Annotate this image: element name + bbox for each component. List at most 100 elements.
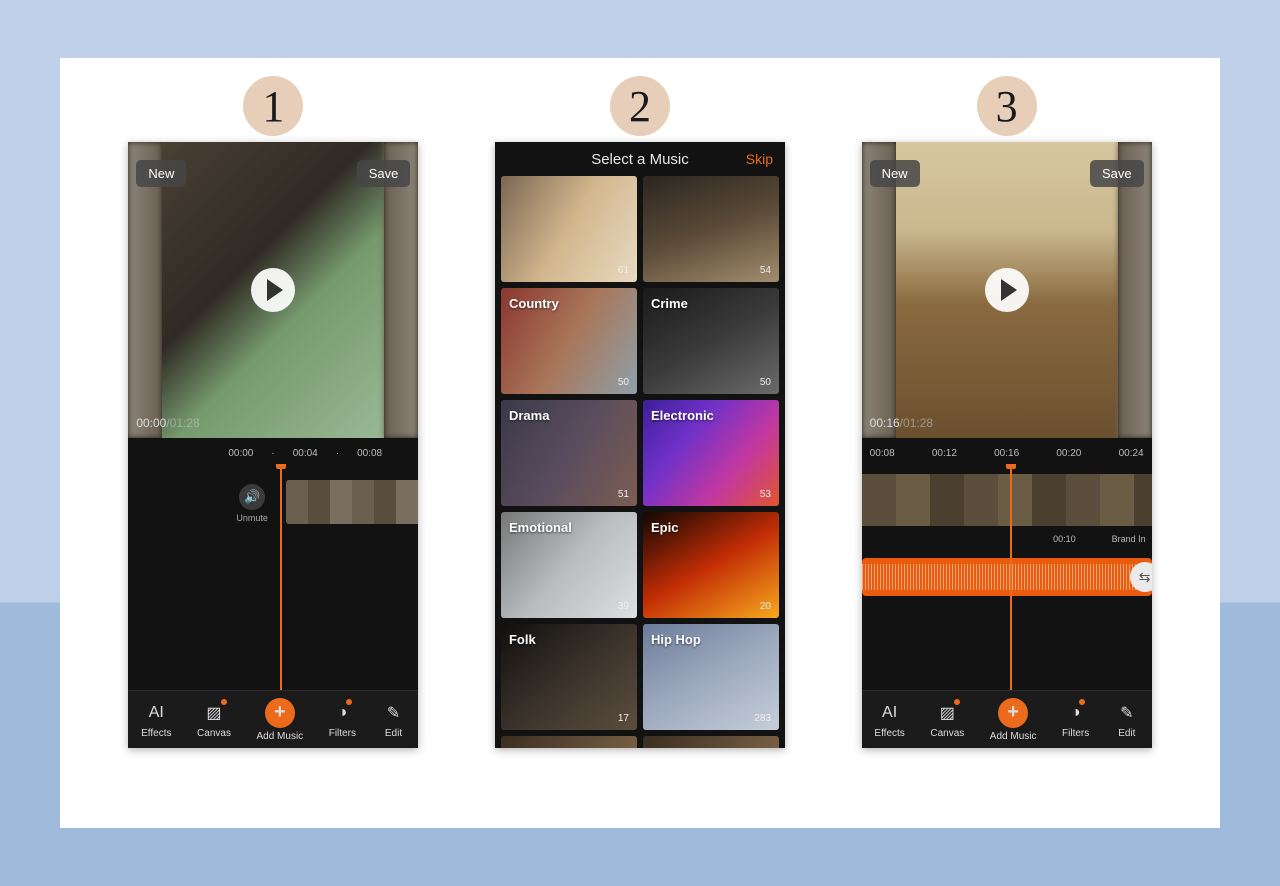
tile-label: Drama xyxy=(509,408,549,423)
filters-button[interactable]: ◑ Filters xyxy=(1062,701,1089,739)
ruler-mark: 00:08 xyxy=(357,448,382,459)
step-1: 1 00:00/01:28 New Save 00:00 · 00:04 · 0… xyxy=(128,76,418,748)
video-clip[interactable] xyxy=(286,480,418,524)
play-icon[interactable] xyxy=(985,268,1029,312)
music-tile[interactable]: 54 xyxy=(643,176,779,282)
step-badge-2: 2 xyxy=(610,76,670,136)
timecode: 00:00/01:28 xyxy=(136,416,199,430)
save-button[interactable]: Save xyxy=(1090,160,1144,187)
music-tile[interactable]: Electronic 53 xyxy=(643,400,779,506)
timeline-tracks[interactable]: 🔊 Unmute xyxy=(128,464,418,699)
tile-label: Country xyxy=(509,296,559,311)
edit-icon: ✎ xyxy=(1115,701,1139,725)
edit-icon: ✎ xyxy=(382,701,406,725)
audio-clip[interactable] xyxy=(862,558,1152,596)
bottom-toolbar: AI Effects ▨ Canvas + Add Music ◑ Filter… xyxy=(128,690,418,748)
ruler-mark: 00:24 xyxy=(1119,448,1144,459)
ruler-mark: 00:00 xyxy=(228,448,253,459)
edit-label: Edit xyxy=(1118,728,1135,739)
add-music-label: Add Music xyxy=(256,731,303,742)
tile-count: 39 xyxy=(618,601,629,612)
effects-icon: AI xyxy=(144,701,168,725)
tile-count: 20 xyxy=(760,601,771,612)
bottom-toolbar: AI Effects ▨ Canvas + Add Music ◑ Filter… xyxy=(862,690,1152,748)
notify-dot xyxy=(954,699,960,705)
filters-button[interactable]: ◑ Filters xyxy=(329,701,356,739)
tile-label: Hip Hop xyxy=(651,632,701,647)
ruler-mark: 00:12 xyxy=(932,448,957,459)
timecode: 00:16/01:28 xyxy=(870,416,933,430)
playhead[interactable] xyxy=(1010,464,1012,699)
unmute-label: Unmute xyxy=(236,513,268,523)
edit-button[interactable]: ✎ Edit xyxy=(382,701,406,739)
music-tile[interactable]: Drama 51 xyxy=(501,400,637,506)
music-title: Select a Music xyxy=(591,151,689,168)
playhead[interactable] xyxy=(280,464,282,699)
step-badge-3: 3 xyxy=(977,76,1037,136)
skip-button[interactable]: Skip xyxy=(746,151,773,167)
tile-count: 53 xyxy=(760,489,771,500)
effects-icon: AI xyxy=(878,701,902,725)
tile-count: 61 xyxy=(618,265,629,276)
editor-screen-3: 00:16/01:28 New Save 00:08 00:12 00:16 0… xyxy=(862,142,1152,748)
tile-count: 54 xyxy=(760,265,771,276)
new-button[interactable]: New xyxy=(870,160,920,187)
tile-label: Electronic xyxy=(651,408,714,423)
music-tile[interactable]: Hip Hop 283 xyxy=(643,624,779,730)
music-tile[interactable]: Emotional 39 xyxy=(501,512,637,618)
track-time: 00:10 xyxy=(1053,534,1076,544)
plus-icon: + xyxy=(265,698,295,728)
notify-dot xyxy=(1079,699,1085,705)
save-button[interactable]: Save xyxy=(357,160,411,187)
tile-label: Emotional xyxy=(509,520,572,535)
step-2: 2 Select a Music Skip 61 54 Country 50 xyxy=(495,76,785,748)
effects-button[interactable]: AI Effects xyxy=(141,701,171,739)
video-clip[interactable] xyxy=(862,474,1152,526)
canvas-button[interactable]: ▨ Canvas xyxy=(930,701,964,739)
filters-label: Filters xyxy=(1062,728,1089,739)
plus-icon: + xyxy=(998,698,1028,728)
music-tile[interactable]: 61 xyxy=(501,176,637,282)
tile-count: 51 xyxy=(618,489,629,500)
music-picker-screen: Select a Music Skip 61 54 Country 50 Cri… xyxy=(495,142,785,748)
ruler-mark: 00:04 xyxy=(293,448,318,459)
edit-button[interactable]: ✎ Edit xyxy=(1115,701,1139,739)
ruler-mark: 00:20 xyxy=(1056,448,1081,459)
play-icon[interactable] xyxy=(251,268,295,312)
music-category-grid[interactable]: 61 54 Country 50 Crime 50 Drama 51 xyxy=(495,176,785,748)
effects-label: Effects xyxy=(141,728,171,739)
add-music-button[interactable]: + Add Music xyxy=(256,698,303,742)
music-tile[interactable]: Folk 17 xyxy=(501,624,637,730)
tile-count: 17 xyxy=(618,713,629,724)
unmute-button[interactable]: 🔊 Unmute xyxy=(236,484,268,523)
time-duration: 01:28 xyxy=(903,416,933,430)
time-current: 00:16 xyxy=(870,416,900,430)
canvas-label: Canvas xyxy=(930,728,964,739)
canvas-label: Canvas xyxy=(197,728,231,739)
effects-label: Effects xyxy=(874,728,904,739)
timeline-ruler: 00:00 · 00:04 · 00:08 xyxy=(228,438,418,464)
music-tile[interactable]: Country 50 xyxy=(501,288,637,394)
track-label: Brand In xyxy=(1112,534,1146,544)
time-duration: 01:28 xyxy=(170,416,200,430)
track-info: 00:10 Brand In xyxy=(1053,534,1146,544)
edit-label: Edit xyxy=(385,728,402,739)
canvas-button[interactable]: ▨ Canvas xyxy=(197,701,231,739)
tile-count: 50 xyxy=(618,377,629,388)
time-current: 00:00 xyxy=(136,416,166,430)
music-tile-partial[interactable] xyxy=(643,736,779,748)
music-tile[interactable]: Epic 20 xyxy=(643,512,779,618)
ruler-dot: · xyxy=(271,448,274,459)
add-music-label: Add Music xyxy=(990,731,1037,742)
new-button[interactable]: New xyxy=(136,160,186,187)
step-3: 3 00:16/01:28 New Save 00:08 00:12 00:16… xyxy=(862,76,1152,748)
ruler-dot: · xyxy=(336,448,339,459)
add-music-button[interactable]: + Add Music xyxy=(990,698,1037,742)
music-tile-partial[interactable] xyxy=(501,736,637,748)
timeline-tracks[interactable]: 00:10 Brand In ⇆ xyxy=(862,464,1152,699)
ruler-mark: 00:16 xyxy=(994,448,1019,459)
ruler-mark: 00:08 xyxy=(870,448,895,459)
effects-button[interactable]: AI Effects xyxy=(874,701,904,739)
editor-screen-1: 00:00/01:28 New Save 00:00 · 00:04 · 00:… xyxy=(128,142,418,748)
music-tile[interactable]: Crime 50 xyxy=(643,288,779,394)
